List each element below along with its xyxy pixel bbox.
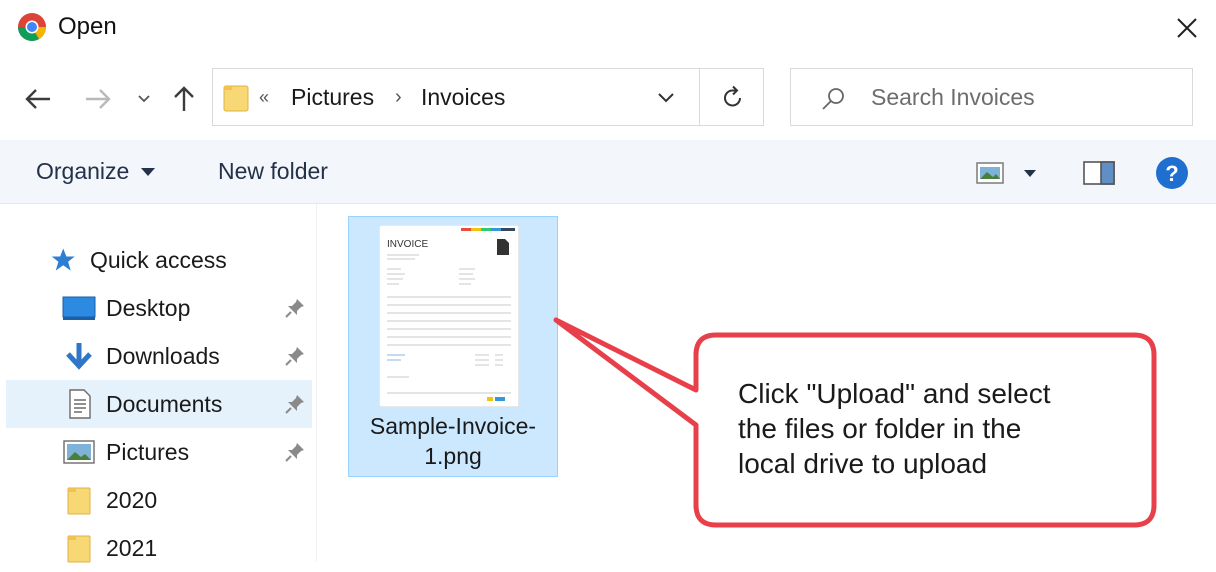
window-title: Open [58,13,117,40]
address-divider [699,69,700,125]
pin-icon[interactable] [284,297,306,319]
star-icon [51,248,75,271]
pin-icon[interactable] [284,345,306,367]
sidebar-item-label: Documents [106,391,223,417]
refresh-button[interactable] [709,77,757,117]
download-icon [66,343,92,370]
view-options-icon [976,162,1036,184]
sidebar-item-documents[interactable]: Documents [6,380,312,428]
file-name-label: Sample-Invoice- 1.png [369,413,537,469]
callout-text: Click "Upload" and select the files or f… [738,378,1051,479]
arrow-up-icon [174,86,194,111]
arrow-left-icon [25,89,50,109]
folder-icon [67,487,91,515]
sidebar-item-desktop[interactable]: Desktop [6,284,312,332]
sidebar-item-label: Pictures [106,439,190,465]
sidebar-item-label: Desktop [106,295,191,321]
sidebar-item-quick-access[interactable]: Quick access [6,236,312,284]
sidebar-item-label: Downloads [106,343,220,369]
breadcrumb-invoices[interactable]: Invoices [421,82,505,112]
pane-divider [316,204,317,562]
search-icon [822,88,844,110]
svg-text:INVOICE: INVOICE [387,239,428,250]
file-item-sample-invoice[interactable]: INVOICE Sample-Invoice- 1.png [348,216,558,477]
close-icon [1177,18,1197,38]
search-box[interactable]: Search Invoices [790,68,1193,126]
sidebar-item-2020[interactable]: 2020 [6,476,312,524]
chrome-logo-icon [18,13,46,41]
sidebar-item-downloads[interactable]: Downloads [6,332,312,380]
back-button[interactable] [18,80,58,118]
chevron-down-icon [138,95,150,103]
close-button[interactable] [1166,8,1208,48]
organize-button[interactable]: Organize [36,156,129,186]
invoice-thumbnail: INVOICE [379,225,519,407]
caret-down-icon[interactable] [140,166,156,178]
search-input[interactable]: Search Invoices [871,82,1035,112]
title-bar: Open [0,0,1216,56]
arrow-right-icon [86,89,111,109]
folder-icon [223,85,249,112]
chevron-down-icon [658,93,674,103]
sidebar-item-2021[interactable]: 2021 [6,524,312,572]
breadcrumb-overflow[interactable]: « [259,83,269,111]
document-icon [69,389,91,419]
view-options-button[interactable] [972,158,1042,188]
sidebar-item-label: 2021 [106,535,158,561]
refresh-icon [724,85,741,107]
desktop-icon [62,296,96,320]
recent-locations-button[interactable] [132,84,156,114]
preview-pane-button[interactable] [1082,158,1116,188]
command-bar: Organize New folder ? [0,140,1216,204]
pictures-icon [63,440,95,464]
sidebar-item-label: Quick access [90,247,227,273]
pin-icon[interactable] [284,441,306,463]
new-folder-button[interactable]: New folder [218,156,328,186]
up-button[interactable] [164,80,204,118]
pin-icon[interactable] [284,393,306,415]
breadcrumb-pictures[interactable]: Pictures [291,82,374,112]
preview-pane-icon [1083,161,1115,185]
address-dropdown-button[interactable] [649,85,683,111]
forward-button[interactable] [78,80,118,118]
svg-text:?: ? [1165,161,1178,186]
address-bar[interactable]: « Pictures › Invoices [212,68,764,126]
sidebar-item-label: 2020 [106,487,158,513]
help-icon: ? [1156,157,1188,189]
sidebar-item-pictures[interactable]: Pictures [6,428,312,476]
folder-icon [67,535,91,563]
help-button[interactable]: ? [1155,156,1189,190]
breadcrumb-separator[interactable]: › [395,83,402,111]
